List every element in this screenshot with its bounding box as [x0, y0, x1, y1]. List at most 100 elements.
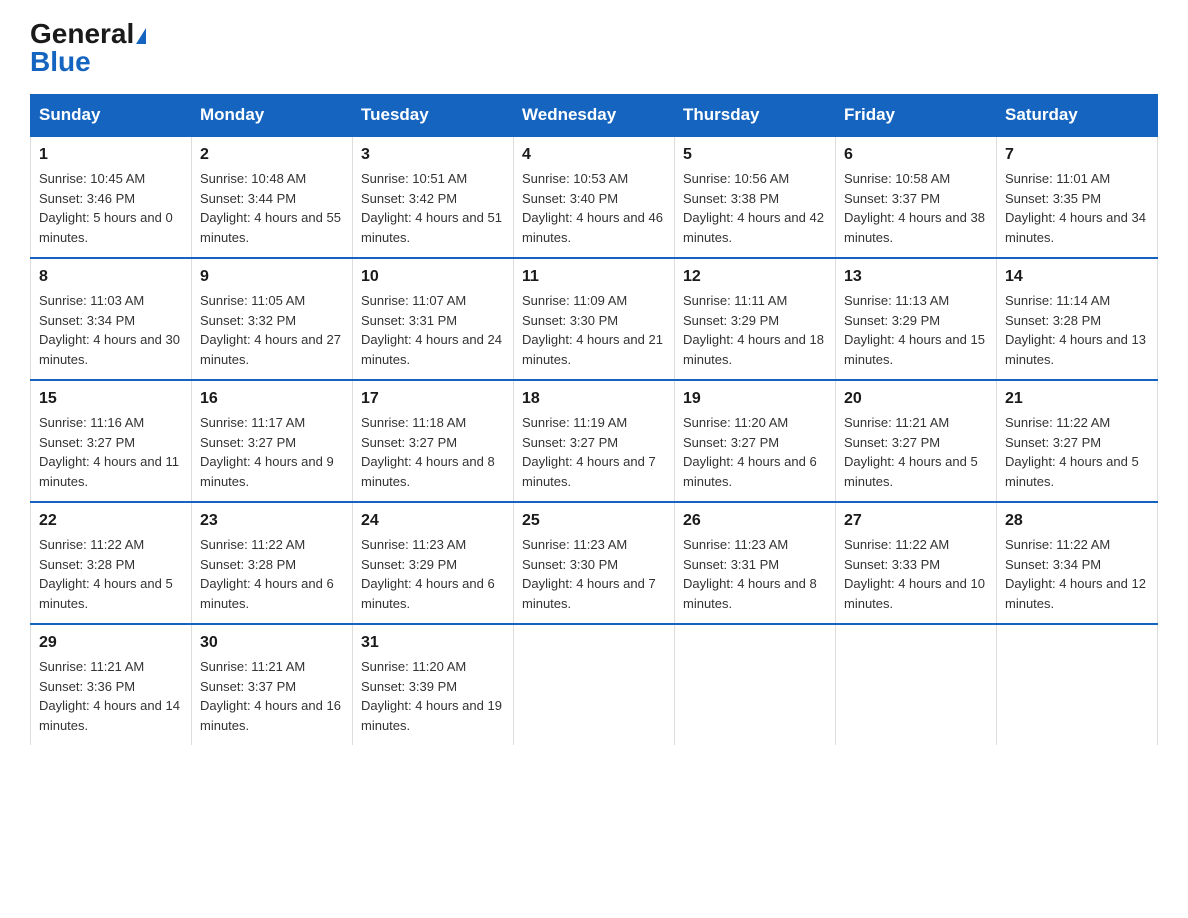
day-info: Sunrise: 11:03 AMSunset: 3:34 PMDaylight…: [39, 293, 180, 367]
day-info: Sunrise: 11:17 AMSunset: 3:27 PMDaylight…: [200, 415, 334, 489]
calendar-cell: 26 Sunrise: 11:23 AMSunset: 3:31 PMDaylig…: [675, 502, 836, 624]
calendar-cell: 31Sunrise: 11:20 AMSunset: 3:39 PMDaylig…: [353, 624, 514, 745]
calendar-week-row: 1Sunrise: 10:45 AMSunset: 3:46 PMDayligh…: [31, 136, 1158, 258]
calendar-cell: 1Sunrise: 10:45 AMSunset: 3:46 PMDayligh…: [31, 136, 192, 258]
calendar-week-row: 29 Sunrise: 11:21 AMSunset: 3:36 PMDaylig…: [31, 624, 1158, 745]
day-number: 14: [1005, 265, 1149, 289]
weekday-header-sunday: Sunday: [31, 95, 192, 137]
day-info: Sunrise: 11:14 AMSunset: 3:28 PMDaylight…: [1005, 293, 1146, 367]
calendar-cell: [514, 624, 675, 745]
calendar-cell: 20Sunrise: 11:21 AMSunset: 3:27 PMDaylig…: [836, 380, 997, 502]
day-number: 12: [683, 265, 827, 289]
day-info: Sunrise: 10:51 AMSunset: 3:42 PMDaylight…: [361, 171, 502, 245]
day-info: Sunrise: 10:53 AMSunset: 3:40 PMDaylight…: [522, 171, 663, 245]
day-info: Sunrise: 11:22 AMSunset: 3:28 PMDaylight…: [39, 537, 173, 611]
calendar-cell: 11 Sunrise: 11:09 AMSunset: 3:30 PMDaylig…: [514, 258, 675, 380]
day-info: Sunrise: 10:45 AMSunset: 3:46 PMDaylight…: [39, 171, 173, 245]
day-number: 15: [39, 387, 183, 411]
calendar-cell: 6 Sunrise: 10:58 AMSunset: 3:37 PMDayligh…: [836, 136, 997, 258]
day-number: 16: [200, 387, 344, 411]
day-info: Sunrise: 11:16 AMSunset: 3:27 PMDaylight…: [39, 415, 179, 489]
day-info: Sunrise: 11:23 AMSunset: 3:29 PMDaylight…: [361, 537, 495, 611]
day-info: Sunrise: 11:22 AMSunset: 3:34 PMDaylight…: [1005, 537, 1146, 611]
weekday-header-saturday: Saturday: [997, 95, 1158, 137]
day-number: 20: [844, 387, 988, 411]
calendar-cell: 22Sunrise: 11:22 AMSunset: 3:28 PMDaylig…: [31, 502, 192, 624]
day-info: Sunrise: 11:22 AMSunset: 3:27 PMDaylight…: [1005, 415, 1139, 489]
day-info: Sunrise: 10:58 AMSunset: 3:37 PMDaylight…: [844, 171, 985, 245]
day-info: Sunrise: 11:19 AMSunset: 3:27 PMDaylight…: [522, 415, 656, 489]
calendar-cell: 9 Sunrise: 11:05 AMSunset: 3:32 PMDayligh…: [192, 258, 353, 380]
day-info: Sunrise: 11:11 AMSunset: 3:29 PMDaylight…: [683, 293, 824, 367]
day-number: 7: [1005, 143, 1149, 167]
day-info: Sunrise: 10:56 AMSunset: 3:38 PMDaylight…: [683, 171, 824, 245]
day-info: Sunrise: 11:23 AMSunset: 3:30 PMDaylight…: [522, 537, 656, 611]
calendar-cell: 28 Sunrise: 11:22 AMSunset: 3:34 PMDaylig…: [997, 502, 1158, 624]
calendar-cell: 10 Sunrise: 11:07 AMSunset: 3:31 PMDaylig…: [353, 258, 514, 380]
calendar-cell: 21 Sunrise: 11:22 AMSunset: 3:27 PMDaylig…: [997, 380, 1158, 502]
day-info: Sunrise: 11:18 AMSunset: 3:27 PMDaylight…: [361, 415, 495, 489]
calendar-cell: 12 Sunrise: 11:11 AMSunset: 3:29 PMDaylig…: [675, 258, 836, 380]
day-number: 21: [1005, 387, 1149, 411]
calendar-cell: 17 Sunrise: 11:18 AMSunset: 3:27 PMDaylig…: [353, 380, 514, 502]
logo-triangle-icon: [136, 28, 146, 44]
day-info: Sunrise: 11:09 AMSunset: 3:30 PMDaylight…: [522, 293, 663, 367]
day-info: Sunrise: 10:48 AMSunset: 3:44 PMDaylight…: [200, 171, 341, 245]
day-number: 17: [361, 387, 505, 411]
calendar-cell: 15 Sunrise: 11:16 AMSunset: 3:27 PMDaylig…: [31, 380, 192, 502]
calendar-cell: 13Sunrise: 11:13 AMSunset: 3:29 PMDaylig…: [836, 258, 997, 380]
day-number: 27: [844, 509, 988, 533]
calendar-cell: 30 Sunrise: 11:21 AMSunset: 3:37 PMDaylig…: [192, 624, 353, 745]
weekday-header-tuesday: Tuesday: [353, 95, 514, 137]
weekday-header-monday: Monday: [192, 95, 353, 137]
calendar-cell: [997, 624, 1158, 745]
day-info: Sunrise: 11:05 AMSunset: 3:32 PMDaylight…: [200, 293, 341, 367]
day-info: Sunrise: 11:21 AMSunset: 3:36 PMDaylight…: [39, 659, 180, 733]
logo: General Blue: [30, 20, 146, 76]
calendar-cell: 18 Sunrise: 11:19 AMSunset: 3:27 PMDaylig…: [514, 380, 675, 502]
day-number: 5: [683, 143, 827, 167]
page-header: General Blue: [30, 20, 1158, 76]
day-number: 9: [200, 265, 344, 289]
day-number: 30: [200, 631, 344, 655]
calendar-week-row: 8Sunrise: 11:03 AMSunset: 3:34 PMDayligh…: [31, 258, 1158, 380]
day-number: 2: [200, 143, 344, 167]
day-info: Sunrise: 11:20 AMSunset: 3:27 PMDaylight…: [683, 415, 817, 489]
logo-text: General Blue: [30, 20, 146, 76]
logo-general: General: [30, 18, 134, 49]
calendar-header-row: SundayMondayTuesdayWednesdayThursdayFrid…: [31, 95, 1158, 137]
day-info: Sunrise: 11:22 AMSunset: 3:33 PMDaylight…: [844, 537, 985, 611]
calendar-week-row: 15 Sunrise: 11:16 AMSunset: 3:27 PMDaylig…: [31, 380, 1158, 502]
calendar-cell: 14 Sunrise: 11:14 AMSunset: 3:28 PMDaylig…: [997, 258, 1158, 380]
day-number: 19: [683, 387, 827, 411]
calendar-cell: 2 Sunrise: 10:48 AMSunset: 3:44 PMDayligh…: [192, 136, 353, 258]
day-number: 29: [39, 631, 183, 655]
day-number: 13: [844, 265, 988, 289]
day-info: Sunrise: 11:07 AMSunset: 3:31 PMDaylight…: [361, 293, 502, 367]
calendar-table: SundayMondayTuesdayWednesdayThursdayFrid…: [30, 94, 1158, 745]
weekday-header-wednesday: Wednesday: [514, 95, 675, 137]
day-number: 4: [522, 143, 666, 167]
day-info: Sunrise: 11:23 AMSunset: 3:31 PMDaylight…: [683, 537, 817, 611]
day-info: Sunrise: 11:21 AMSunset: 3:37 PMDaylight…: [200, 659, 341, 733]
logo-blue: Blue: [30, 46, 91, 77]
day-number: 6: [844, 143, 988, 167]
weekday-header-friday: Friday: [836, 95, 997, 137]
calendar-cell: 4 Sunrise: 10:53 AMSunset: 3:40 PMDayligh…: [514, 136, 675, 258]
day-number: 18: [522, 387, 666, 411]
calendar-cell: 8Sunrise: 11:03 AMSunset: 3:34 PMDayligh…: [31, 258, 192, 380]
calendar-week-row: 22Sunrise: 11:22 AMSunset: 3:28 PMDaylig…: [31, 502, 1158, 624]
calendar-cell: 23Sunrise: 11:22 AMSunset: 3:28 PMDaylig…: [192, 502, 353, 624]
weekday-header-thursday: Thursday: [675, 95, 836, 137]
day-number: 31: [361, 631, 505, 655]
calendar-cell: [836, 624, 997, 745]
calendar-cell: 24Sunrise: 11:23 AMSunset: 3:29 PMDaylig…: [353, 502, 514, 624]
day-number: 3: [361, 143, 505, 167]
day-number: 10: [361, 265, 505, 289]
day-number: 28: [1005, 509, 1149, 533]
calendar-cell: 5 Sunrise: 10:56 AMSunset: 3:38 PMDayligh…: [675, 136, 836, 258]
day-number: 11: [522, 265, 666, 289]
calendar-cell: 19 Sunrise: 11:20 AMSunset: 3:27 PMDaylig…: [675, 380, 836, 502]
day-number: 26: [683, 509, 827, 533]
calendar-cell: [675, 624, 836, 745]
